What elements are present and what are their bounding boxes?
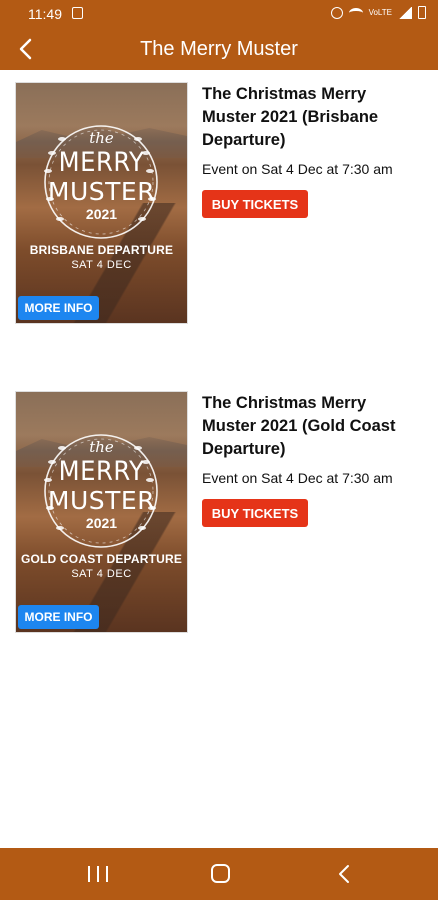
poster-text-merry: MERRY xyxy=(58,147,145,178)
poster-departure: BRISBANE DEPARTURE xyxy=(29,243,174,257)
buy-tickets-button[interactable]: BUY TICKETS xyxy=(202,190,308,218)
page-title: The Merry Muster xyxy=(140,38,298,60)
poster-text-muster: MUSTER xyxy=(47,486,156,515)
more-info-button[interactable]: MORE INFO xyxy=(18,296,99,320)
home-icon[interactable] xyxy=(211,864,230,883)
signal-icon xyxy=(398,6,412,19)
event-title[interactable]: The Christmas Merry Muster 2021 (Gold Co… xyxy=(202,392,417,461)
nav-back-icon[interactable] xyxy=(334,862,354,886)
status-bar: 11:49 VoLTE xyxy=(0,0,438,28)
notification-icon xyxy=(72,7,83,19)
event-date: Event on Sat 4 Dec at 7:30 am xyxy=(202,470,393,486)
poster-departure: GOLD COAST DEPARTURE xyxy=(20,552,183,566)
poster-text-year: 2021 xyxy=(85,515,118,531)
poster-text-muster: MUSTER xyxy=(47,177,156,206)
battery-icon xyxy=(418,6,426,19)
system-navigation-bar xyxy=(0,848,438,900)
alarm-icon xyxy=(330,6,343,19)
buy-tickets-button[interactable]: BUY TICKETS xyxy=(202,499,308,527)
event-poster-image[interactable]: the MERRY MUSTER 2021 GOLD COAST DEPARTU… xyxy=(16,392,187,632)
event-poster-image[interactable]: the MERRY MUSTER 2021 BRISBANE DEPARTURE… xyxy=(16,83,187,323)
status-icons: VoLTE xyxy=(330,6,426,19)
app-bar: The Merry Muster xyxy=(0,28,438,70)
network-label: VoLTE xyxy=(368,8,392,17)
recents-icon[interactable] xyxy=(88,866,108,882)
event-title[interactable]: The Christmas Merry Muster 2021 (Brisban… xyxy=(202,83,417,152)
poster-date: SAT 4 DEC xyxy=(71,568,132,580)
status-time: 11:49 xyxy=(28,6,62,22)
wifi-icon xyxy=(348,7,363,18)
poster-text-the: the xyxy=(89,129,114,147)
event-date: Event on Sat 4 Dec at 7:30 am xyxy=(202,161,393,177)
poster-text-year: 2021 xyxy=(85,206,118,222)
poster-text-merry: MERRY xyxy=(58,456,145,487)
poster-text-the: the xyxy=(89,438,114,456)
more-info-button[interactable]: MORE INFO xyxy=(18,605,99,629)
poster-date: SAT 4 DEC xyxy=(71,259,132,271)
